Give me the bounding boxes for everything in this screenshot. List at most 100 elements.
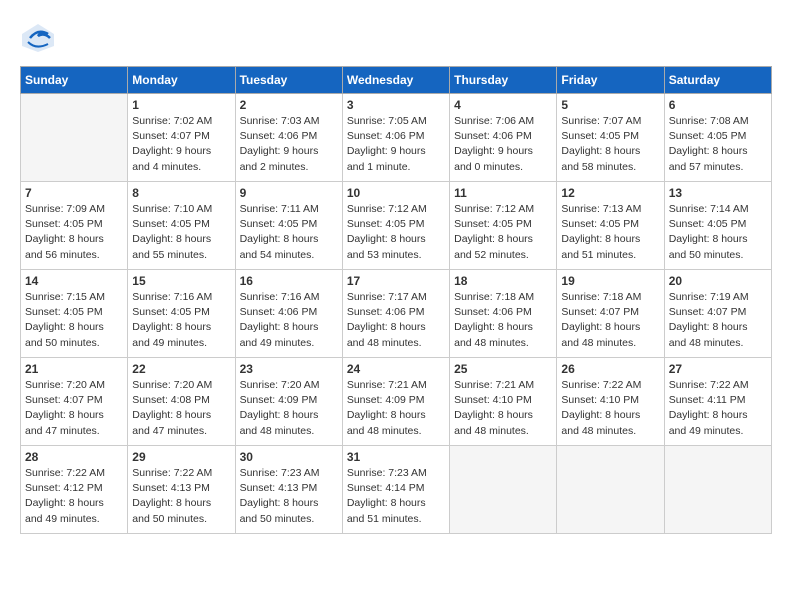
calendar-cell: 4 Sunrise: 7:06 AMSunset: 4:06 PMDaylight… [450, 94, 557, 182]
day-number: 29 [132, 450, 230, 464]
calendar-cell: 10 Sunrise: 7:12 AMSunset: 4:05 PMDayligh… [342, 182, 449, 270]
day-number: 4 [454, 98, 552, 112]
calendar-cell: 8Sunrise: 7:10 AMSunset: 4:05 PMDaylight… [128, 182, 235, 270]
day-info: Sunrise: 7:23 AMSunset: 4:14 PMDaylight:… [347, 466, 445, 527]
day-number: 15 [132, 274, 230, 288]
calendar-cell: 14 Sunrise: 7:15 AMSunset: 4:05 PMDayligh… [21, 270, 128, 358]
day-info: Sunrise: 7:14 AMSunset: 4:05 PMDaylight:… [669, 202, 767, 263]
calendar-cell: 18 Sunrise: 7:18 AMSunset: 4:06 PMDayligh… [450, 270, 557, 358]
day-number: 31 [347, 450, 445, 464]
day-number: 9 [240, 186, 338, 200]
day-info: Sunrise: 7:07 AMSunset: 4:05 PMDaylight:… [561, 114, 659, 175]
day-number: 22 [132, 362, 230, 376]
day-info: Sunrise: 7:22 AMSunset: 4:10 PMDaylight:… [561, 378, 659, 439]
logo [20, 20, 60, 56]
calendar-week: 7 Sunrise: 7:09 AMSunset: 4:05 PMDaylight… [21, 182, 772, 270]
day-number: 23 [240, 362, 338, 376]
calendar-cell: 3 Sunrise: 7:05 AMSunset: 4:06 PMDaylight… [342, 94, 449, 182]
calendar-week: 1 Sunrise: 7:02 AMSunset: 4:07 PMDaylight… [21, 94, 772, 182]
calendar-cell: 19Sunrise: 7:18 AMSunset: 4:07 PMDayligh… [557, 270, 664, 358]
day-info: Sunrise: 7:03 AMSunset: 4:06 PMDaylight:… [240, 114, 338, 175]
day-number: 10 [347, 186, 445, 200]
day-info: Sunrise: 7:19 AMSunset: 4:07 PMDaylight:… [669, 290, 767, 351]
day-number: 16 [240, 274, 338, 288]
day-info: Sunrise: 7:16 AMSunset: 4:05 PMDaylight:… [132, 290, 230, 351]
day-number: 6 [669, 98, 767, 112]
dow-header: Wednesday [342, 67, 449, 94]
dow-header: Sunday [21, 67, 128, 94]
day-number: 13 [669, 186, 767, 200]
calendar-cell: 29 Sunrise: 7:22 AMSunset: 4:13 PMDayligh… [128, 446, 235, 534]
day-info: Sunrise: 7:02 AMSunset: 4:07 PMDaylight:… [132, 114, 230, 175]
day-number: 2 [240, 98, 338, 112]
day-number: 21 [25, 362, 123, 376]
calendar-cell: 28Sunrise: 7:22 AMSunset: 4:12 PMDayligh… [21, 446, 128, 534]
calendar-cell: 20 Sunrise: 7:19 AMSunset: 4:07 PMDayligh… [664, 270, 771, 358]
day-number: 26 [561, 362, 659, 376]
dow-header: Tuesday [235, 67, 342, 94]
calendar-body: 1 Sunrise: 7:02 AMSunset: 4:07 PMDaylight… [21, 94, 772, 534]
dow-header: Monday [128, 67, 235, 94]
day-info: Sunrise: 7:20 AMSunset: 4:07 PMDaylight:… [25, 378, 123, 439]
day-number: 24 [347, 362, 445, 376]
day-info: Sunrise: 7:21 AMSunset: 4:09 PMDaylight:… [347, 378, 445, 439]
day-info: Sunrise: 7:18 AMSunset: 4:06 PMDaylight:… [454, 290, 552, 351]
calendar: SundayMondayTuesdayWednesdayThursdayFrid… [20, 66, 772, 534]
calendar-cell: 30Sunrise: 7:23 AMSunset: 4:13 PMDayligh… [235, 446, 342, 534]
day-info: Sunrise: 7:20 AMSunset: 4:09 PMDaylight:… [240, 378, 338, 439]
day-info: Sunrise: 7:18 AMSunset: 4:07 PMDaylight:… [561, 290, 659, 351]
days-of-week-row: SundayMondayTuesdayWednesdayThursdayFrid… [21, 67, 772, 94]
day-info: Sunrise: 7:22 AMSunset: 4:12 PMDaylight:… [25, 466, 123, 527]
calendar-cell: 13 Sunrise: 7:14 AMSunset: 4:05 PMDayligh… [664, 182, 771, 270]
calendar-week: 28Sunrise: 7:22 AMSunset: 4:12 PMDayligh… [21, 446, 772, 534]
day-info: Sunrise: 7:05 AMSunset: 4:06 PMDaylight:… [347, 114, 445, 175]
day-info: Sunrise: 7:06 AMSunset: 4:06 PMDaylight:… [454, 114, 552, 175]
day-info: Sunrise: 7:11 AMSunset: 4:05 PMDaylight:… [240, 202, 338, 263]
calendar-cell: 22 Sunrise: 7:20 AMSunset: 4:08 PMDayligh… [128, 358, 235, 446]
calendar-cell: 5Sunrise: 7:07 AMSunset: 4:05 PMDaylight… [557, 94, 664, 182]
day-number: 20 [669, 274, 767, 288]
day-number: 8 [132, 186, 230, 200]
day-number: 27 [669, 362, 767, 376]
dow-header: Friday [557, 67, 664, 94]
calendar-cell [664, 446, 771, 534]
day-number: 7 [25, 186, 123, 200]
calendar-cell: 25Sunrise: 7:21 AMSunset: 4:10 PMDayligh… [450, 358, 557, 446]
day-number: 14 [25, 274, 123, 288]
day-info: Sunrise: 7:09 AMSunset: 4:05 PMDaylight:… [25, 202, 123, 263]
logo-icon [20, 20, 56, 56]
calendar-cell: 7 Sunrise: 7:09 AMSunset: 4:05 PMDaylight… [21, 182, 128, 270]
day-info: Sunrise: 7:22 AMSunset: 4:11 PMDaylight:… [669, 378, 767, 439]
day-info: Sunrise: 7:13 AMSunset: 4:05 PMDaylight:… [561, 202, 659, 263]
calendar-cell: 15 Sunrise: 7:16 AMSunset: 4:05 PMDayligh… [128, 270, 235, 358]
calendar-cell: 23 Sunrise: 7:20 AMSunset: 4:09 PMDayligh… [235, 358, 342, 446]
day-info: Sunrise: 7:15 AMSunset: 4:05 PMDaylight:… [25, 290, 123, 351]
day-info: Sunrise: 7:22 AMSunset: 4:13 PMDaylight:… [132, 466, 230, 527]
calendar-cell: 31 Sunrise: 7:23 AMSunset: 4:14 PMDayligh… [342, 446, 449, 534]
calendar-cell: 9 Sunrise: 7:11 AMSunset: 4:05 PMDaylight… [235, 182, 342, 270]
day-number: 12 [561, 186, 659, 200]
calendar-week: 14 Sunrise: 7:15 AMSunset: 4:05 PMDayligh… [21, 270, 772, 358]
calendar-cell [21, 94, 128, 182]
day-info: Sunrise: 7:21 AMSunset: 4:10 PMDaylight:… [454, 378, 552, 439]
calendar-cell: 1 Sunrise: 7:02 AMSunset: 4:07 PMDaylight… [128, 94, 235, 182]
calendar-cell: 27 Sunrise: 7:22 AMSunset: 4:11 PMDayligh… [664, 358, 771, 446]
day-info: Sunrise: 7:08 AMSunset: 4:05 PMDaylight:… [669, 114, 767, 175]
day-info: Sunrise: 7:12 AMSunset: 4:05 PMDaylight:… [347, 202, 445, 263]
header [20, 20, 772, 56]
dow-header: Saturday [664, 67, 771, 94]
day-info: Sunrise: 7:20 AMSunset: 4:08 PMDaylight:… [132, 378, 230, 439]
calendar-cell: 12 Sunrise: 7:13 AMSunset: 4:05 PMDayligh… [557, 182, 664, 270]
dow-header: Thursday [450, 67, 557, 94]
day-number: 3 [347, 98, 445, 112]
day-number: 1 [132, 98, 230, 112]
day-number: 18 [454, 274, 552, 288]
calendar-cell: 11Sunrise: 7:12 AMSunset: 4:05 PMDayligh… [450, 182, 557, 270]
day-info: Sunrise: 7:12 AMSunset: 4:05 PMDaylight:… [454, 202, 552, 263]
calendar-cell [557, 446, 664, 534]
calendar-week: 21 Sunrise: 7:20 AMSunset: 4:07 PMDayligh… [21, 358, 772, 446]
calendar-cell: 2 Sunrise: 7:03 AMSunset: 4:06 PMDaylight… [235, 94, 342, 182]
calendar-cell: 24 Sunrise: 7:21 AMSunset: 4:09 PMDayligh… [342, 358, 449, 446]
calendar-cell [450, 446, 557, 534]
calendar-cell: 21 Sunrise: 7:20 AMSunset: 4:07 PMDayligh… [21, 358, 128, 446]
